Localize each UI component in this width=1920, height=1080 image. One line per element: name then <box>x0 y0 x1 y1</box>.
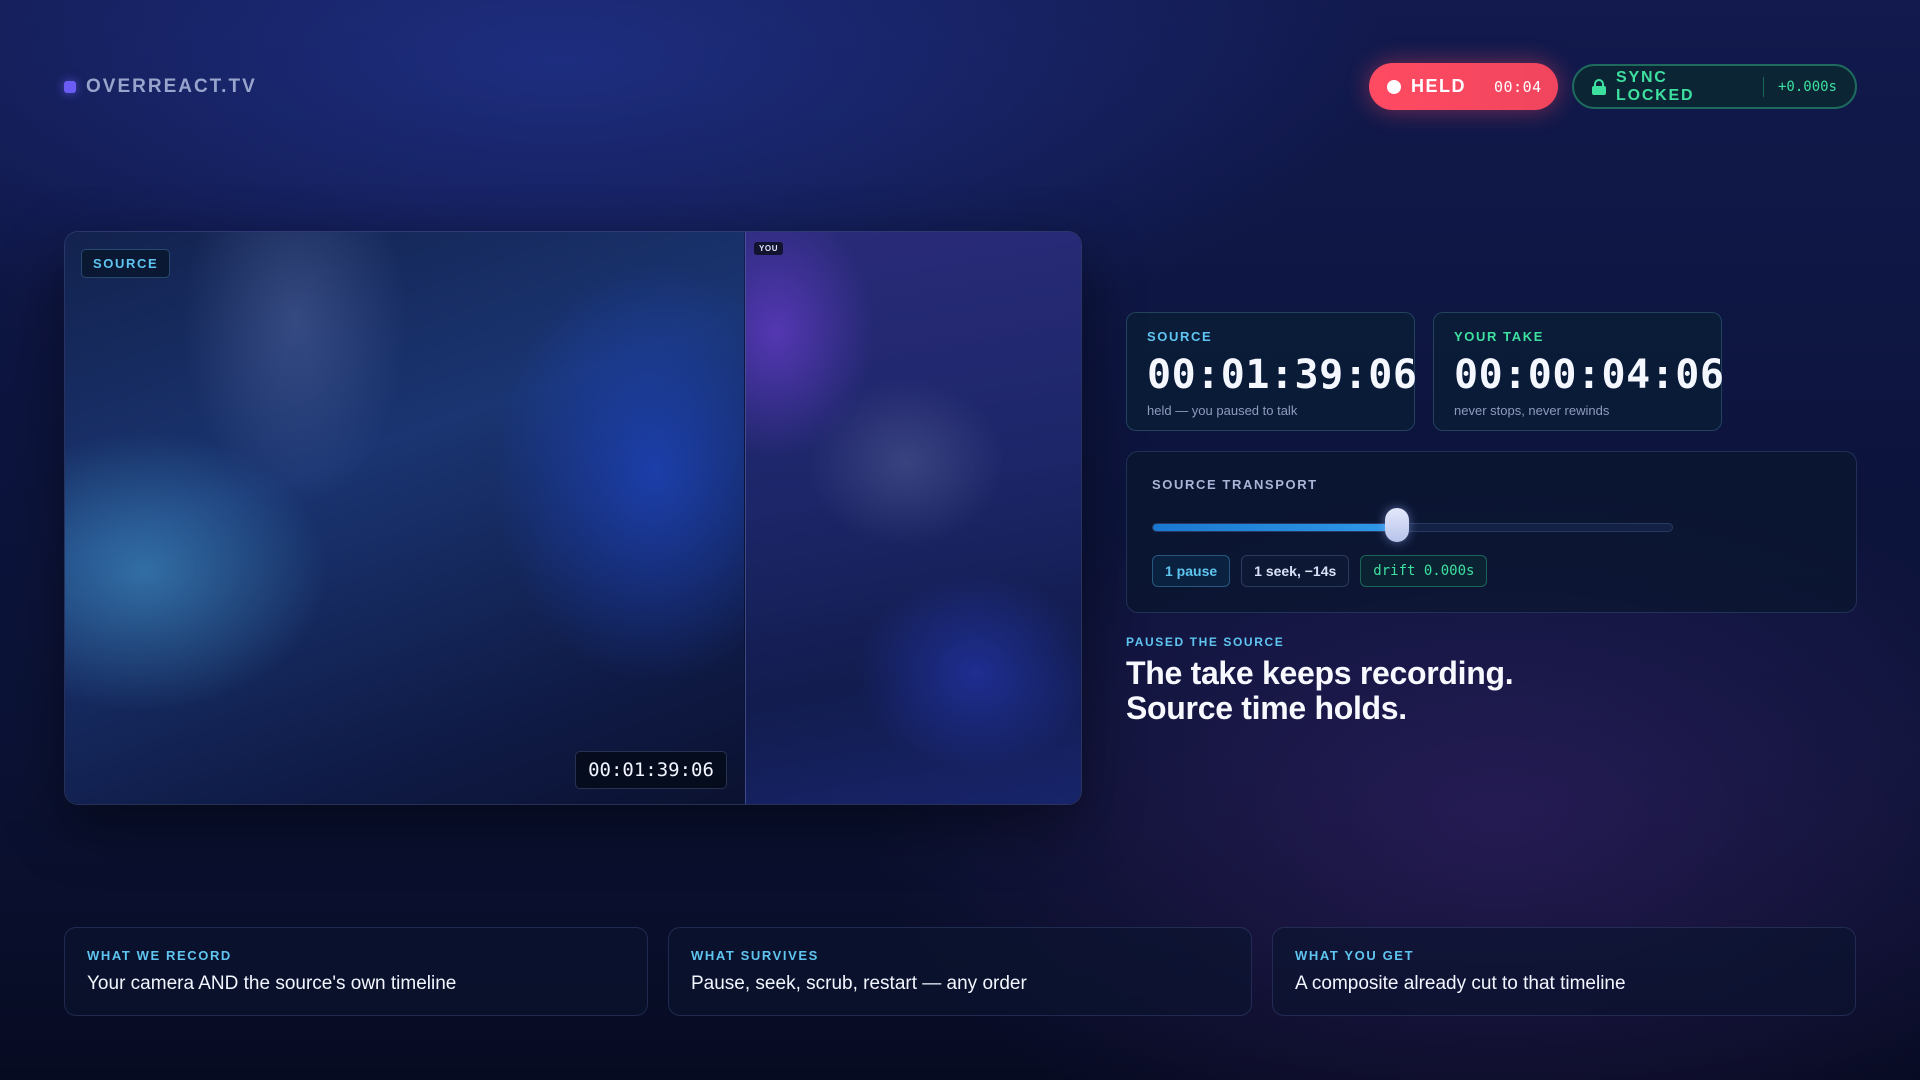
feature-label: WHAT SURVIVES <box>691 948 819 963</box>
status-headline-line-2: Source time holds. <box>1126 690 1407 726</box>
seek-count-chip: 1 seek, −14s <box>1241 555 1350 587</box>
held-time: 00:04 <box>1494 77 1542 96</box>
feature-text: Pause, seek, scrub, restart — any order <box>691 973 1027 994</box>
brand: OVERREACT.TV <box>64 76 257 98</box>
take-timecode-card: YOUR TAKE 00:00:04:06 never stops, never… <box>1433 312 1725 431</box>
transport-stats: 1 pause 1 seek, −14s drift 0.000s <box>1152 555 1488 587</box>
video-timecode: 00:01:39:06 <box>575 751 727 789</box>
brand-name: OVERREACT.TV <box>86 76 257 97</box>
feature-text: Your camera AND the source's own timelin… <box>87 973 457 994</box>
feature-card-survives: WHAT SURVIVES Pause, seek, scrub, restar… <box>668 927 1252 1016</box>
take-timecode-note: never stops, never rewinds <box>1454 403 1610 418</box>
source-timecode-label: SOURCE <box>1147 329 1213 344</box>
source-transport-panel: SOURCE TRANSPORT 1 pause 1 seek, −14s dr… <box>1126 451 1857 613</box>
video-preview[interactable]: SOURCE 00:01:39:06 YOU <box>64 231 1082 805</box>
you-tag: YOU <box>754 242 784 255</box>
feature-card-get: WHAT YOU GET A composite already cut to … <box>1272 927 1856 1016</box>
transport-scrubber-track[interactable] <box>1152 523 1673 532</box>
feature-label: WHAT YOU GET <box>1295 948 1415 963</box>
held-label: HELD <box>1411 76 1466 96</box>
status-eyebrow: PAUSED THE SOURCE <box>1126 635 1285 649</box>
sync-status-pill[interactable]: SYNC LOCKED +0.000s <box>1572 64 1857 109</box>
sync-drift: +0.000s <box>1777 78 1837 95</box>
sync-label: SYNC LOCKED <box>1616 68 1695 104</box>
transport-label: SOURCE TRANSPORT <box>1152 477 1318 492</box>
held-status-pill[interactable]: HELD 00:04 <box>1369 63 1558 110</box>
source-video-pane[interactable]: SOURCE 00:01:39:06 <box>65 232 744 804</box>
feature-card-record: WHAT WE RECORD Your camera AND the sourc… <box>64 927 648 1016</box>
transport-scrubber-fill <box>1153 524 1398 531</box>
brand-logo-icon <box>64 81 76 93</box>
drift-chip: drift 0.000s <box>1360 555 1488 587</box>
feature-label: WHAT WE RECORD <box>87 948 232 963</box>
pill-divider <box>1763 76 1764 97</box>
source-timecode-card: SOURCE 00:01:39:06 held — you paused to … <box>1126 312 1418 431</box>
camera-video-pane[interactable]: YOU <box>745 232 1081 804</box>
take-timecode-value: 00:00:04:06 <box>1454 352 1725 398</box>
transport-scrubber-handle[interactable] <box>1384 508 1409 542</box>
source-tag: SOURCE <box>81 249 171 278</box>
feature-text: A composite already cut to that timeline <box>1295 973 1626 994</box>
source-timecode-note: held — you paused to talk <box>1147 403 1298 418</box>
status-headline: The take keeps recording. Source time ho… <box>1126 656 1626 726</box>
pause-count-chip: 1 pause <box>1152 555 1231 587</box>
source-timecode-value: 00:01:39:06 <box>1147 352 1418 398</box>
take-timecode-label: YOUR TAKE <box>1454 329 1544 344</box>
record-dot-icon <box>1387 79 1401 94</box>
lock-icon <box>1592 78 1606 95</box>
status-headline-line-1: The take keeps recording. <box>1126 655 1514 691</box>
